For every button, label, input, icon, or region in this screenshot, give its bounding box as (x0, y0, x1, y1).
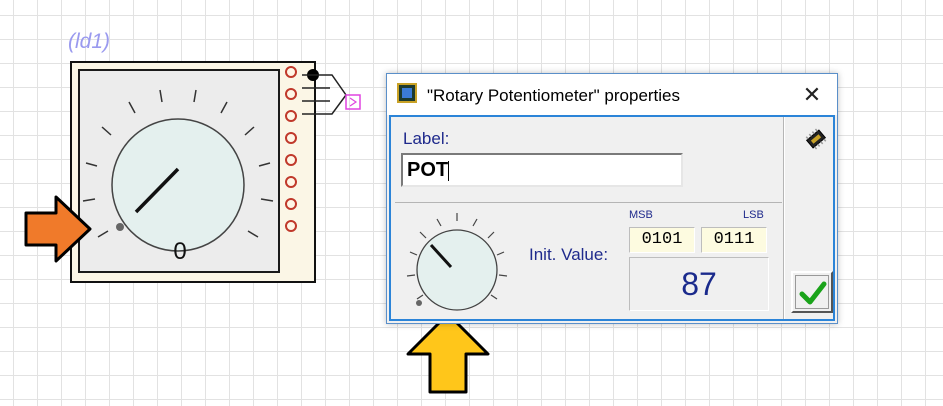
output-pin[interactable] (285, 220, 297, 232)
output-pin[interactable] (285, 66, 297, 78)
knob-tick (220, 101, 228, 114)
msb-bits-field[interactable]: 0101 (629, 227, 695, 253)
checkmark-icon (799, 281, 827, 305)
knob-tick (101, 126, 112, 136)
output-pin[interactable] (285, 198, 297, 210)
output-pin[interactable] (285, 110, 297, 122)
label-caption: Label: (403, 129, 450, 148)
knob-tick (128, 101, 136, 114)
knob-tick (97, 230, 109, 238)
knob-tick (193, 89, 197, 103)
knob-zero-dot (116, 223, 124, 231)
orange-arrow-icon (24, 195, 92, 263)
msb-caption: MSB (629, 209, 653, 221)
lsb-bits-field[interactable]: 0111 (701, 227, 767, 253)
separator-highlight (784, 117, 785, 319)
dialog-client-area: Label: POT Init. Value: MSB LSB 0101 011… (389, 115, 835, 321)
component-id-label: (ld1) (68, 30, 111, 53)
knob-tick (260, 198, 274, 202)
app-icon (397, 83, 417, 103)
output-pin[interactable] (285, 132, 297, 144)
init-value-knob[interactable] (401, 209, 511, 319)
lsb-caption: LSB (743, 209, 764, 221)
label-input[interactable]: POT (401, 153, 683, 187)
knob-tick (258, 162, 271, 167)
dialog-title: "Rotary Potentiometer" properties (427, 86, 681, 105)
bus-terminal (345, 94, 361, 110)
bus-connector[interactable] (300, 64, 370, 134)
knob-tick (247, 230, 259, 238)
output-pin[interactable] (285, 88, 297, 100)
label-input-value: POT (407, 159, 449, 181)
decimal-value-display: 87 (629, 257, 769, 311)
separator (395, 202, 782, 203)
output-pin[interactable] (285, 154, 297, 166)
chip-icon[interactable] (804, 127, 828, 151)
ok-button[interactable] (791, 271, 833, 313)
close-button[interactable]: ✕ (792, 78, 832, 112)
knob-tick (159, 89, 163, 103)
properties-dialog: "Rotary Potentiometer" properties ✕ Labe… (386, 73, 838, 324)
knob-tick (244, 126, 255, 136)
text-cursor (448, 160, 450, 181)
knob-tick (85, 162, 98, 167)
knob-dial (111, 118, 245, 252)
dialog-titlebar[interactable]: "Rotary Potentiometer" properties ✕ (387, 74, 837, 115)
init-value-caption: Init. Value: (529, 245, 609, 264)
component-value-readout: 0 (173, 238, 187, 265)
knob-zero-dot (416, 300, 422, 306)
knob-dial (416, 229, 498, 311)
output-pin[interactable] (285, 176, 297, 188)
